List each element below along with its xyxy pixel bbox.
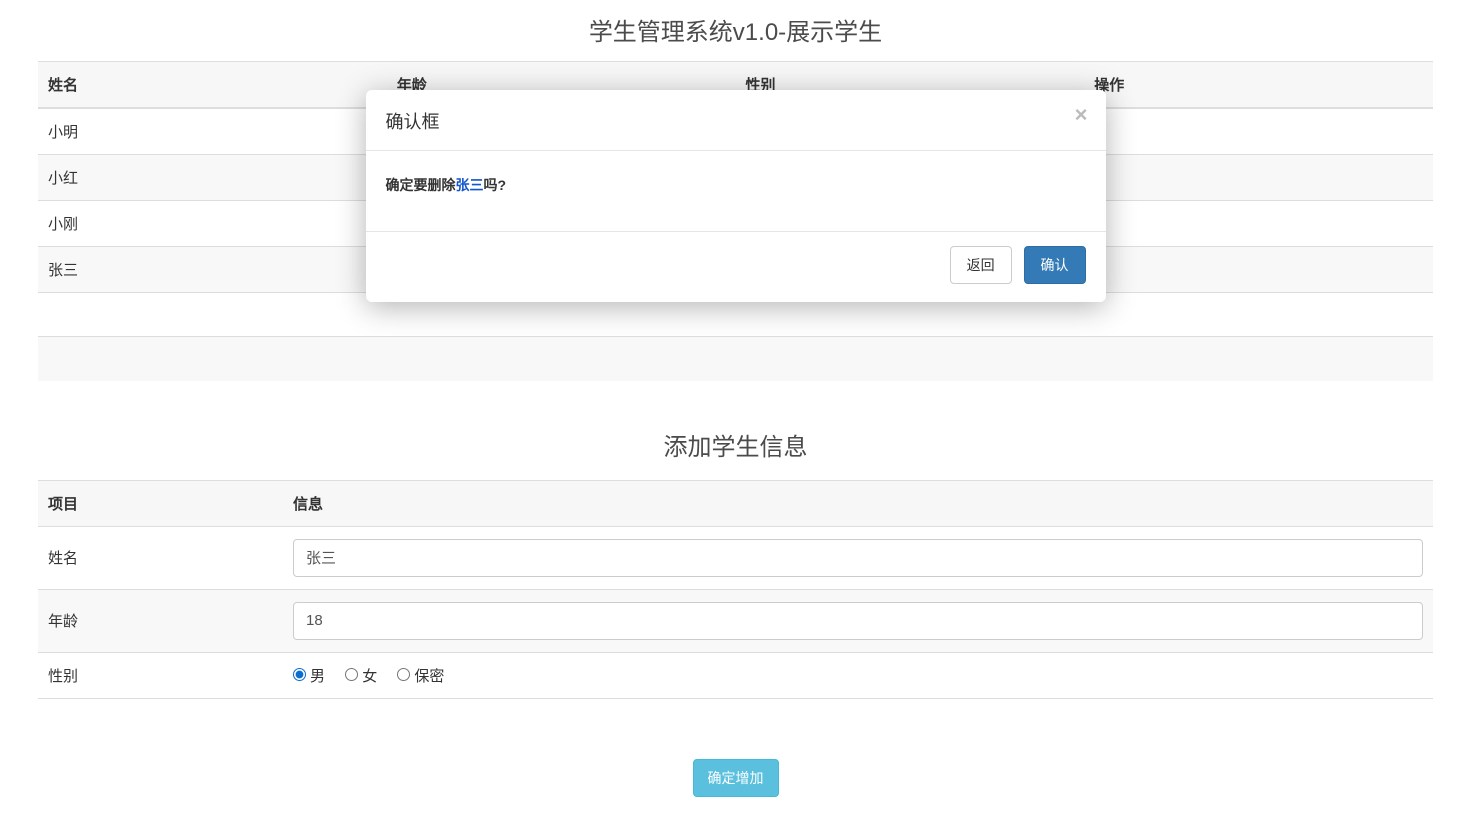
submit-add-button[interactable]: 确定增加 [693,759,779,797]
col-header-name: 姓名 [38,62,387,109]
cell-name: 小刚 [38,201,387,247]
form-label-gender: 性别 [38,652,283,698]
confirm-text-suffix: 吗? [484,177,507,193]
modal-body: 确定要删除张三吗? [366,151,1106,231]
modal-header: 确认框 × [366,90,1106,151]
cell-name: 张三 [38,247,387,293]
cell-name: 小明 [38,108,387,155]
confirm-button[interactable]: 确认 [1024,246,1086,284]
gender-secret-text: 保密 [414,668,444,685]
form-header-info: 信息 [283,480,1433,526]
gender-female-text: 女 [362,668,377,685]
gender-option-secret-label[interactable]: 保密 [397,668,444,685]
table-row [38,337,1433,381]
gender-radio-female[interactable] [345,668,358,681]
col-header-action: 操作 [1084,62,1433,109]
form-title: 添加学生信息 [38,401,1433,480]
empty-cell [38,337,1433,381]
confirm-target-name: 张三 [456,177,484,193]
modal-footer: 返回 确认 [366,231,1106,302]
form-label-age: 年龄 [38,589,283,652]
form-header-item: 项目 [38,480,283,526]
cell-action [1084,155,1433,201]
modal-title: 确认框 [386,112,440,132]
cell-action [1084,247,1433,293]
add-student-form: 项目 信息 姓名 年龄 性别 男 女 [38,480,1433,699]
cell-action [1084,108,1433,155]
name-input[interactable] [293,539,1423,577]
gender-radio-group: 男 女 保密 [283,652,1433,698]
back-button[interactable]: 返回 [950,246,1012,284]
gender-option-male-label[interactable]: 男 [293,668,325,685]
age-input[interactable] [293,602,1423,640]
cell-action [1084,201,1433,247]
close-icon[interactable]: × [1075,104,1088,126]
cell-name: 小红 [38,155,387,201]
gender-radio-secret[interactable] [397,668,410,681]
form-label-name: 姓名 [38,526,283,589]
gender-male-text: 男 [310,668,325,685]
gender-radio-male[interactable] [293,668,306,681]
confirm-text-prefix: 确定要删除 [386,177,456,193]
page-title: 学生管理系统v1.0-展示学生 [0,0,1471,61]
confirm-modal: 确认框 × 确定要删除张三吗? 返回 确认 [366,90,1106,302]
gender-option-female-label[interactable]: 女 [345,668,377,685]
